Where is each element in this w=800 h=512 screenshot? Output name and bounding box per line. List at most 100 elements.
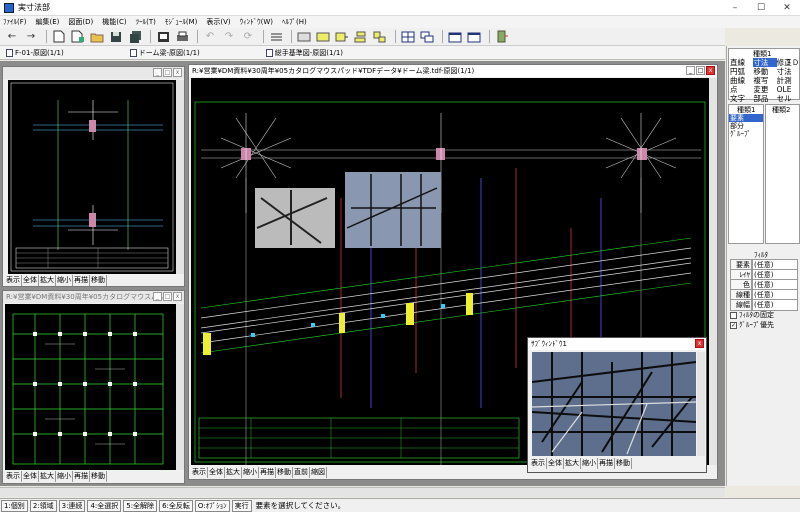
execute-button[interactable]: 実行 (231, 499, 252, 512)
doc-tab-2[interactable]: ドーム梁-原図(1/1) (129, 48, 200, 58)
save-all-icon[interactable] (127, 30, 143, 44)
pan-button[interactable]: 移動 (90, 471, 107, 482)
maximize-icon[interactable]: □ (163, 68, 172, 77)
rect-yellow-icon[interactable] (315, 30, 331, 44)
list-item-element[interactable]: 要素 (729, 114, 763, 122)
menu-window[interactable]: ｳｨﾝﾄﾞｳ(W) (240, 17, 273, 27)
window-a-icon[interactable] (447, 30, 463, 44)
zoom-out-button[interactable]: 縮小 (581, 458, 598, 469)
window-b-icon[interactable] (466, 30, 482, 44)
kind-3d[interactable]: ３Ｄ (785, 58, 799, 68)
maximize-icon[interactable]: ☐ (748, 0, 774, 16)
insert-icon[interactable] (334, 30, 350, 44)
save-icon[interactable] (108, 30, 124, 44)
horizontal-scrollbar[interactable] (0, 487, 725, 497)
redo-icon[interactable]: ↷ (221, 30, 237, 44)
view-all-button[interactable]: 全体 (22, 275, 39, 286)
redraw-button[interactable]: 再描 (598, 458, 615, 469)
cascade-icon[interactable] (419, 30, 435, 44)
select-area-button[interactable]: 2:領域 (29, 499, 57, 512)
menu-view[interactable]: 表示(V) (206, 17, 230, 27)
frame-icon[interactable] (296, 30, 312, 44)
zoom-in-button[interactable]: 拡大 (39, 275, 56, 286)
vertical-scrollbar[interactable] (176, 80, 184, 274)
minimize-icon[interactable]: _ (686, 66, 695, 75)
menu-edit[interactable]: 編集(E) (36, 17, 60, 27)
close-icon[interactable]: ✕ (774, 0, 800, 16)
undo-icon[interactable]: ↶ (202, 30, 218, 44)
vertical-scrollbar[interactable] (709, 78, 717, 465)
tile-icon[interactable] (400, 30, 416, 44)
kind-change[interactable]: 変更 (753, 85, 776, 94)
print-preview-icon[interactable] (155, 30, 171, 44)
kind-arc[interactable]: 円弧 (730, 67, 753, 76)
vertical-scrollbar[interactable] (697, 352, 705, 456)
zoom-out-button[interactable]: 縮小 (56, 275, 73, 286)
list-item-group[interactable]: ｸﾞﾙｰﾌﾟ (729, 130, 763, 138)
menu-drawing[interactable]: 図面(D) (68, 17, 93, 27)
drawing-canvas[interactable] (8, 80, 176, 274)
redraw-button[interactable]: 再描 (73, 471, 90, 482)
list-item-part[interactable]: 部分 (729, 122, 763, 130)
print-icon[interactable] (174, 30, 190, 44)
minimize-icon[interactable]: _ (153, 292, 162, 301)
menu-module[interactable]: ﾓｼﾞｭｰﾙ(M) (165, 17, 198, 27)
doc-tab-3[interactable]: 総手基準図-原図(1/1) (265, 48, 343, 58)
kind-copy[interactable]: 複写 (753, 76, 776, 85)
maximize-icon[interactable]: □ (696, 66, 705, 75)
zoom-in-button[interactable]: 拡大 (39, 471, 56, 482)
kind-line[interactable]: 直線 (730, 58, 753, 67)
previous-view-button[interactable]: 直前 (293, 467, 310, 478)
close-icon[interactable]: x (695, 339, 704, 348)
kind-dimension[interactable]: 寸法 (753, 58, 777, 67)
group-priority-checkbox[interactable]: ✓ ｸﾞﾙｰﾌﾟ優先 (730, 320, 774, 330)
redraw-button[interactable]: 再描 (259, 467, 276, 478)
zoom-out-button[interactable]: 縮小 (242, 467, 259, 478)
redraw-button[interactable]: 再描 (73, 275, 90, 286)
zoom-in-button[interactable]: 拡大 (564, 458, 581, 469)
minimize-icon[interactable]: – (722, 0, 748, 16)
view-display-button[interactable]: 表示 (191, 467, 208, 478)
kind-measure[interactable]: 計測 (777, 76, 800, 85)
select-single-button[interactable]: 1:個別 (1, 499, 28, 512)
layers-icon[interactable] (268, 30, 284, 44)
back-icon[interactable]: ← (4, 30, 20, 44)
view-display-button[interactable]: 表示 (5, 275, 22, 286)
kind-dimension-2[interactable]: 寸法 (777, 67, 800, 76)
drawing-canvas[interactable] (5, 304, 176, 470)
select-all-button[interactable]: 4:全選択 (87, 499, 122, 512)
minimize-icon[interactable]: _ (153, 68, 162, 77)
close-icon[interactable]: x (173, 68, 182, 77)
view-all-button[interactable]: 全体 (208, 467, 225, 478)
options-button[interactable]: O:ｵﾌﾟｼｮﾝ (194, 499, 230, 512)
menu-file[interactable]: ﾌｧｲﾙ(F) (3, 17, 27, 27)
sub-canvas[interactable] (531, 352, 697, 456)
kind-ole[interactable]: OLE (777, 85, 800, 94)
refresh-icon[interactable]: ⟳ (240, 30, 256, 44)
pan-button[interactable]: 移動 (90, 275, 107, 286)
new-file-icon[interactable] (51, 30, 67, 44)
forward-icon[interactable]: → (23, 30, 39, 44)
view-all-button[interactable]: 全体 (547, 458, 564, 469)
kind-cell[interactable]: セル (777, 94, 800, 103)
doc-tab-1[interactable]: F-01-原図(1/1) (6, 48, 64, 58)
kind-point[interactable]: 点 (730, 85, 753, 94)
close-icon[interactable]: x (706, 66, 715, 75)
pan-button[interactable]: 移動 (615, 458, 632, 469)
kind-curve[interactable]: 曲線 (730, 76, 753, 85)
pan-button[interactable]: 移動 (276, 467, 293, 478)
close-icon[interactable]: x (173, 292, 182, 301)
vertical-scrollbar[interactable] (176, 304, 184, 470)
zoom-out-button[interactable]: 縮小 (56, 471, 73, 482)
new-sheet-icon[interactable] (70, 30, 86, 44)
menu-help[interactable]: ﾍﾙﾌﾟ(H) (282, 17, 307, 27)
zoom-in-button[interactable]: 拡大 (225, 467, 242, 478)
kind-part[interactable]: 部品 (753, 94, 776, 103)
overview-button[interactable]: 縮図 (310, 467, 327, 478)
view-all-button[interactable]: 全体 (22, 471, 39, 482)
view-display-button[interactable]: 表示 (5, 471, 22, 482)
filter-fix-checkbox[interactable]: ﾌｨﾙﾀの固定 (730, 310, 774, 320)
kind-text[interactable]: 文字 (730, 94, 753, 103)
kind-move[interactable]: 移動 (753, 67, 776, 76)
open-folder-icon[interactable] (89, 30, 105, 44)
